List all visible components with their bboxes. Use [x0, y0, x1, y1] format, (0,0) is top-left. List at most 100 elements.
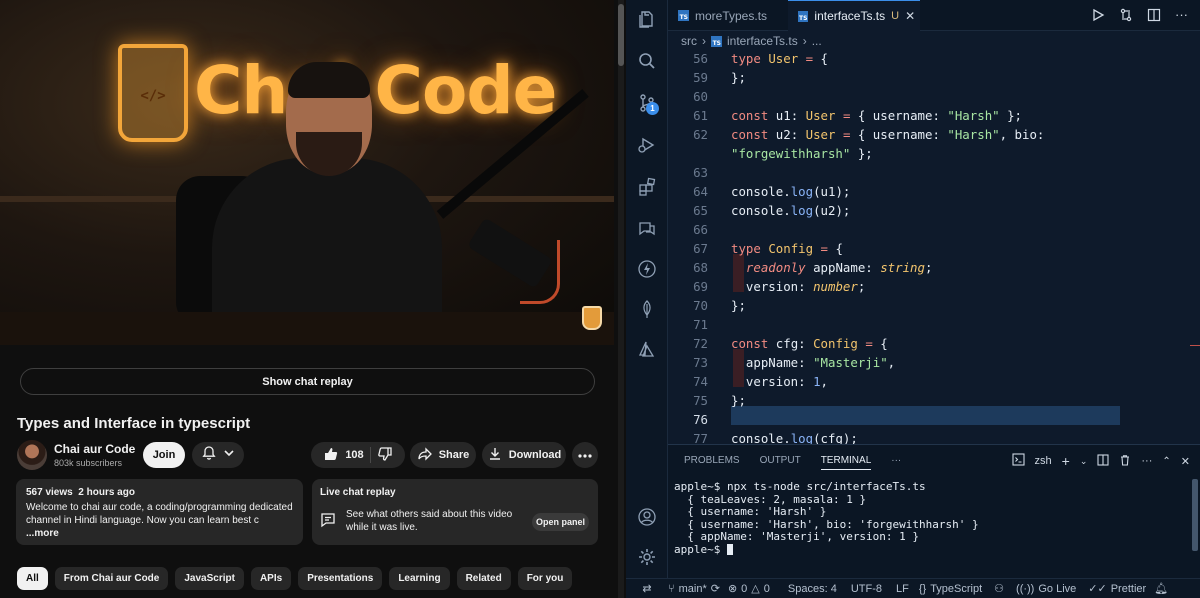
branch-name: main*: [678, 582, 707, 595]
chevron-down-icon[interactable]: ⌄: [1080, 456, 1088, 467]
run-debug-icon[interactable]: [636, 134, 658, 156]
show-chat-replay-button[interactable]: Show chat replay: [20, 368, 595, 395]
terminal-output[interactable]: apple~$ npx ts-node src/interfaceTs.ts {…: [674, 480, 979, 557]
encoding-status[interactable]: UTF-8: [851, 583, 882, 595]
like-button[interactable]: 108: [323, 446, 364, 465]
typescript-file-icon: TS: [798, 10, 809, 22]
problems-status[interactable]: ⊗ 0 △ 0: [727, 582, 770, 596]
mongodb-leaf-icon[interactable]: [636, 298, 658, 320]
copilot-icon[interactable]: ⚇: [994, 582, 1004, 595]
close-panel-icon[interactable]: ✕: [1181, 455, 1190, 468]
tab-moretypes[interactable]: TS moreTypes.ts: [668, 0, 780, 31]
chevron-up-icon[interactable]: ⌃: [1162, 456, 1170, 467]
filter-chip[interactable]: JavaScript: [175, 567, 244, 590]
video-player[interactable]: </> Chai Code: [0, 0, 614, 345]
live-chat-description: See what others said about this video wh…: [346, 509, 513, 533]
run-icon[interactable]: [1091, 8, 1105, 27]
overview-ruler-mark: [1190, 345, 1200, 346]
thunder-client-icon[interactable]: [636, 258, 658, 280]
description-box[interactable]: 567 views 2 hours ago Welcome to chai au…: [16, 479, 303, 545]
bell-icon: [201, 445, 217, 466]
code-line: console.log(u1);: [731, 184, 851, 199]
scrollbar-thumb[interactable]: [618, 4, 624, 66]
channel-name[interactable]: Chai aur Code: [54, 442, 135, 456]
filter-chip[interactable]: Learning: [389, 567, 450, 590]
account-icon[interactable]: [636, 506, 658, 528]
split-editor-icon[interactable]: [1147, 8, 1161, 27]
like-divider: [369, 447, 371, 463]
live-share-icon[interactable]: [636, 218, 658, 240]
download-button[interactable]: Download: [482, 442, 566, 468]
filter-chip[interactable]: For you: [517, 567, 573, 590]
split-terminal-icon[interactable]: [1097, 453, 1109, 469]
panel-more-icon[interactable]: ···: [891, 455, 901, 470]
share-button[interactable]: Share: [410, 442, 476, 468]
line-number: 75: [693, 393, 708, 408]
glass-code-text: </>: [140, 88, 166, 104]
filter-chip[interactable]: All: [17, 567, 48, 590]
go-live-status[interactable]: ((·)) Go Live: [1016, 583, 1076, 595]
new-terminal-plus-icon[interactable]: +: [1062, 453, 1070, 469]
branch-status[interactable]: ⑂ main* ⟳: [668, 582, 720, 596]
filter-chip[interactable]: From Chai aur Code: [54, 567, 169, 590]
terminal-line-text: apple~$ npx ts-node src/interfaceTs.ts: [674, 480, 926, 493]
line-number: 65: [693, 203, 708, 218]
subscribed-notifications-button[interactable]: [192, 442, 244, 468]
double-check-icon: ✓✓: [1088, 583, 1107, 595]
tab-problems[interactable]: PROBLEMS: [684, 455, 740, 470]
remote-indicator-icon[interactable]: ⇄: [626, 582, 668, 595]
eol-status[interactable]: LF: [896, 583, 909, 595]
compare-changes-icon[interactable]: [1119, 8, 1133, 27]
more-actions-button[interactable]: [572, 442, 598, 468]
trash-icon[interactable]: [1119, 454, 1131, 469]
view-count-and-age: 567 views 2 hours ago: [26, 487, 293, 498]
tab-terminal[interactable]: TERMINAL: [820, 455, 872, 470]
more-actions-icon[interactable]: ···: [1175, 8, 1188, 27]
desk: [0, 312, 614, 345]
error-icon: ⊗: [727, 583, 738, 595]
code-editor[interactable]: 56 type User = { 59}; 60 61 const u1: User…: [668, 51, 1200, 444]
search-icon[interactable]: [636, 50, 658, 72]
scm-changes-badge: 1: [646, 102, 659, 115]
azure-icon[interactable]: [636, 338, 658, 360]
explorer-files-icon[interactable]: [636, 8, 658, 30]
filter-chip[interactable]: APIs: [250, 567, 292, 590]
code-line: type User = {: [731, 51, 829, 66]
terminal-line-text: { username: 'Harsh', bio: 'forgewithhars…: [687, 517, 979, 531]
join-button[interactable]: Join: [143, 442, 185, 468]
channel-avatar[interactable]: [17, 440, 47, 470]
terminal-shell-name[interactable]: zsh: [1035, 455, 1052, 467]
terminal-scrollbar[interactable]: [1192, 479, 1198, 551]
breadcrumb-file[interactable]: interfaceTs.ts: [727, 34, 798, 48]
status-bar: ⇄ ⑂ main* ⟳ ⊗ 0 △ 0 Spaces: 4 UTF-8 LF {…: [626, 578, 1200, 598]
thumbs-down-icon[interactable]: [377, 446, 393, 465]
show-more-link[interactable]: ...more: [26, 528, 59, 539]
language-status[interactable]: {} TypeScript: [919, 583, 982, 595]
prettier-status[interactable]: ✓✓ Prettier: [1088, 582, 1146, 596]
close-icon[interactable]: ✕: [905, 9, 915, 23]
line-number: 64: [693, 184, 708, 199]
extensions-icon[interactable]: [636, 176, 658, 198]
tab-interfacets[interactable]: TS interfaceTs.ts U ✕: [788, 0, 920, 31]
more-actions-icon[interactable]: ···: [1141, 455, 1152, 467]
page-scrollbar[interactable]: [618, 0, 624, 598]
terminal-line-text: { username: 'Harsh' }: [687, 505, 827, 519]
terminal-actions: zsh + ⌄ ··· ⌃ ✕: [1011, 453, 1190, 469]
breadcrumb-symbol[interactable]: ...: [812, 34, 822, 48]
untracked-indicator: U: [891, 10, 900, 22]
notifications-bell-icon[interactable]: 🔔︎: [1154, 582, 1168, 595]
like-dislike-group: 108: [311, 442, 405, 468]
line-number: 68: [693, 260, 708, 275]
code-line: version: 1,: [731, 374, 828, 389]
tab-output[interactable]: OUTPUT: [760, 455, 801, 470]
filter-chip[interactable]: Presentations: [298, 567, 383, 590]
download-icon: [487, 446, 503, 465]
indentation-status[interactable]: Spaces: 4: [788, 583, 837, 595]
open-panel-button[interactable]: Open panel: [532, 513, 589, 531]
code-line: console.log(cfg);: [731, 431, 858, 444]
filter-chip[interactable]: Related: [456, 567, 511, 590]
sync-icon: ⟳: [710, 583, 720, 595]
settings-gear-icon[interactable]: [636, 546, 658, 568]
breadcrumb-src[interactable]: src: [681, 34, 697, 48]
braces-icon: {}: [918, 582, 927, 595]
